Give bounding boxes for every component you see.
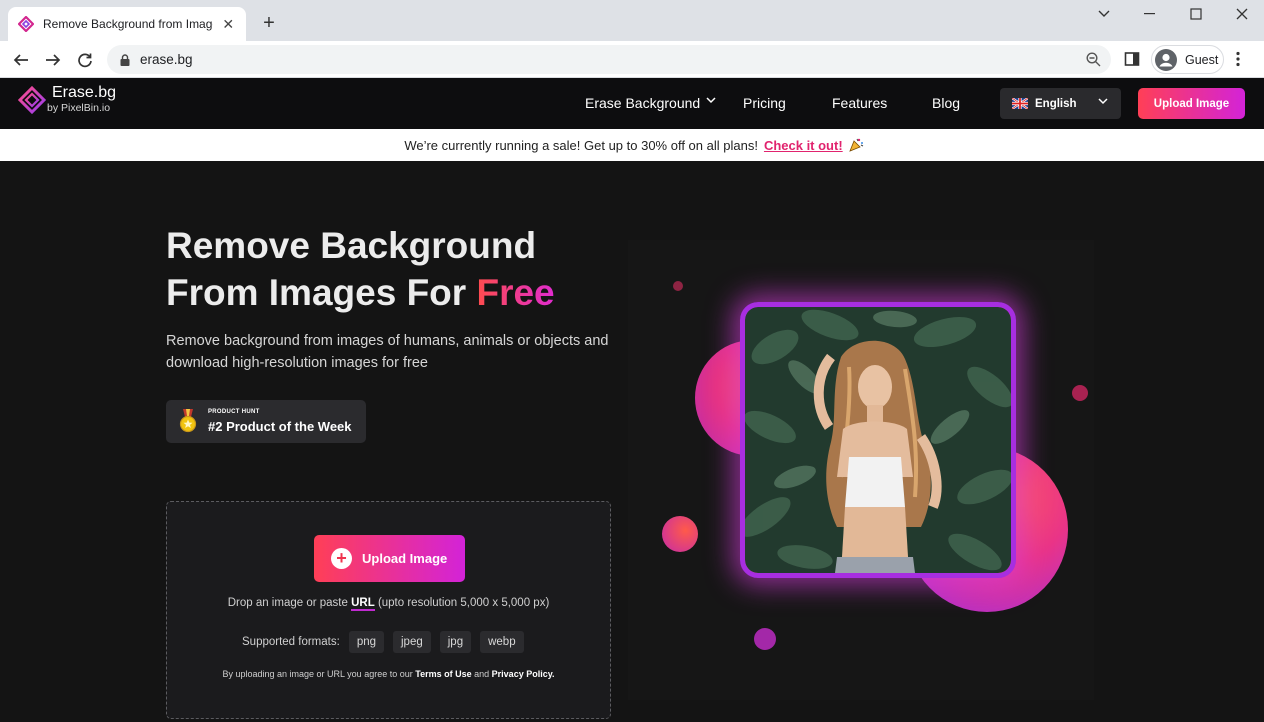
chevron-down-icon[interactable] — [706, 97, 716, 104]
nav-pricing[interactable]: Pricing — [743, 95, 786, 111]
nav-blog[interactable]: Blog — [932, 95, 960, 111]
sample-photo — [740, 302, 1016, 578]
terms-of-use-link[interactable]: Terms of Use — [415, 669, 471, 679]
erase-bg-logo-icon — [18, 85, 48, 114]
reload-icon[interactable] — [74, 49, 96, 71]
format-chip-webp: webp — [480, 631, 524, 653]
product-hunt-kicker: PRODUCT HUNT — [208, 409, 260, 415]
nav-features[interactable]: Features — [832, 95, 887, 111]
hero-title-highlight: Free — [476, 272, 555, 313]
url-text: erase.bg — [140, 52, 193, 67]
decorative-dot — [662, 516, 698, 552]
lock-icon — [120, 53, 130, 66]
terms-prefix: By uploading an image or URL you agree t… — [222, 669, 413, 679]
decorative-dot — [1072, 385, 1088, 401]
hero-subtitle: Remove background from images of humans,… — [166, 333, 609, 371]
plus-icon: + — [331, 548, 352, 569]
tab-title: Remove Background from Image — [43, 17, 213, 31]
hero-title-text: From Images For — [166, 272, 467, 313]
language-select[interactable]: English — [1000, 88, 1121, 119]
drop-suffix: (upto resolution 5,000 x 5,000 px) — [377, 597, 550, 609]
maximize-icon[interactable] — [1173, 0, 1219, 28]
supported-formats: Supported formats: png jpeg jpg webp — [242, 631, 533, 653]
medal-icon — [179, 409, 197, 433]
side-panel-icon[interactable] — [1124, 51, 1140, 67]
upload-image-button[interactable]: + Upload Image — [314, 535, 465, 582]
uk-flag-icon — [1012, 98, 1028, 109]
logo-name: Erase.bg — [52, 84, 117, 101]
erase-bg-favicon-icon — [18, 16, 34, 32]
new-tab-icon[interactable]: + — [258, 12, 280, 34]
nav-erase-background[interactable]: Erase Background — [585, 95, 700, 111]
header-upload-button[interactable]: Upload Image — [1138, 88, 1245, 119]
terms-notice: By uploading an image or URL you agree t… — [167, 669, 610, 679]
profile-button[interactable]: Guest — [1151, 45, 1224, 74]
chevron-down-icon — [1098, 98, 1108, 105]
format-chip-png: png — [348, 631, 384, 653]
paste-url-link[interactable]: URL — [351, 597, 375, 611]
upload-dropzone[interactable]: + Upload Image Drop an image or paste UR… — [166, 501, 611, 719]
terms-and: and — [474, 669, 490, 679]
back-arrow-icon[interactable] — [10, 49, 32, 71]
hero-title-line-2: From Images For Free — [166, 269, 555, 316]
forward-arrow-icon[interactable] — [42, 49, 64, 71]
browser-tab[interactable]: Remove Background from Image ✕ — [8, 7, 246, 41]
woman-with-leaves-photo — [745, 307, 1011, 573]
upload-button-label: Upload Image — [362, 551, 448, 566]
close-window-icon[interactable] — [1219, 0, 1264, 28]
hero-title: Remove Background From Images For Free — [166, 222, 555, 316]
drop-instructions: Drop an image or paste URL (upto resolut… — [167, 597, 610, 611]
browser-tab-bar: Remove Background from Image ✕ + — [0, 0, 1264, 41]
minimize-icon[interactable] — [1127, 0, 1173, 28]
format-chip-jpg: jpg — [439, 631, 472, 653]
privacy-policy-link[interactable]: Privacy Policy. — [492, 669, 555, 679]
address-bar[interactable]: erase.bg — [107, 45, 1111, 74]
close-tab-icon[interactable]: ✕ — [221, 16, 236, 33]
zoom-icon[interactable] — [1086, 52, 1101, 67]
drop-prefix: Drop an image or paste — [227, 597, 348, 609]
profile-label: Guest — [1185, 52, 1219, 67]
language-label: English — [1035, 97, 1077, 110]
product-hunt-text: #2 Product of the Week — [208, 419, 352, 434]
avatar-icon — [1155, 48, 1177, 71]
site-header: Erase.bg by PixelBin.io Erase Background… — [0, 78, 1264, 129]
decorative-dot — [673, 281, 683, 291]
browser-menu-icon[interactable] — [1236, 51, 1240, 67]
hero-title-line-1: Remove Background — [166, 225, 537, 266]
party-popper-icon — [848, 137, 864, 153]
product-hunt-badge[interactable]: PRODUCT HUNT #2 Product of the Week — [166, 400, 366, 443]
banner-text: We’re currently running a sale! Get up t… — [404, 137, 758, 153]
tab-search-icon[interactable] — [1081, 0, 1127, 28]
decorative-dot — [754, 628, 776, 650]
check-it-out-link[interactable]: Check it out! — [764, 138, 843, 153]
formats-label: Supported formats: — [242, 636, 340, 648]
logo-subtitle: by PixelBin.io — [47, 102, 111, 114]
browser-toolbar: erase.bg Guest — [0, 41, 1264, 78]
format-chip-jpeg: jpeg — [393, 631, 431, 653]
site-logo[interactable]: Erase.bg by PixelBin.io — [18, 84, 116, 115]
sale-banner: We’re currently running a sale! Get up t… — [0, 129, 1264, 161]
